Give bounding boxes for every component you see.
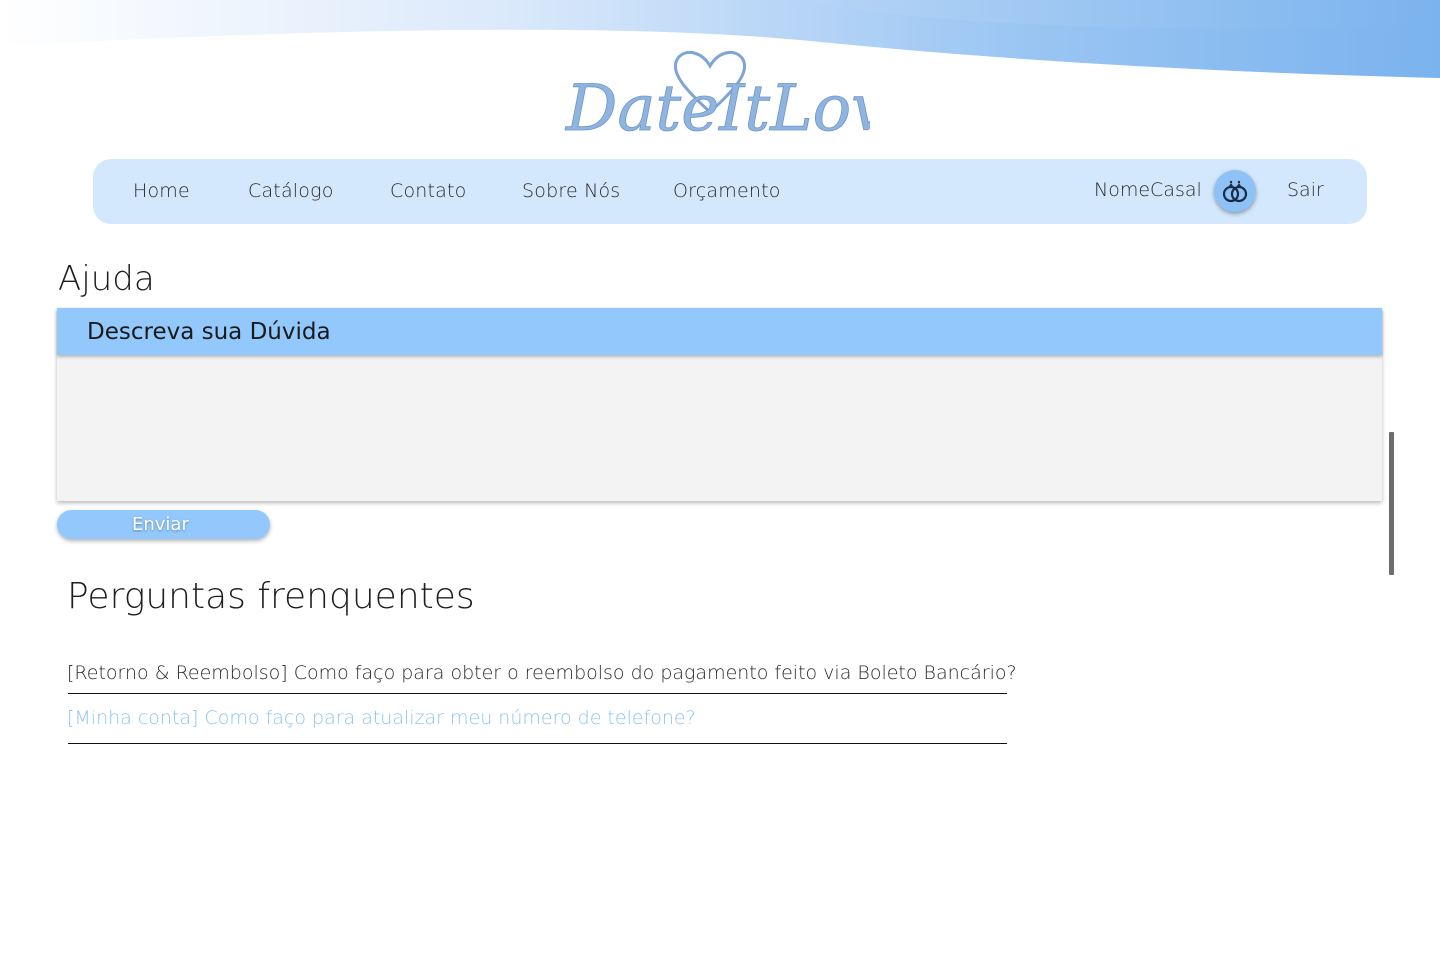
question-textarea[interactable]: [57, 355, 1382, 501]
logout-link[interactable]: Sair: [1287, 179, 1324, 201]
help-page: DateItLove Home Catálogo Contato Sobre N…: [0, 0, 1440, 957]
nav-item-orcamento[interactable]: Orçamento: [673, 180, 781, 202]
avatar[interactable]: [1214, 170, 1256, 212]
logo-text: DateItLove: [565, 72, 870, 146]
question-form: Descreva sua Dúvida: [57, 308, 1382, 501]
nav-item-home[interactable]: Home: [133, 180, 190, 202]
faq-item[interactable]: [Retorno & Reembolso] Como faço para obt…: [67, 662, 1017, 694]
faq-item[interactable]: [Minha conta] Como faço para atualizar m…: [67, 707, 1007, 744]
page-title: Ajuda: [58, 259, 155, 299]
question-header-label: Descreva sua Dúvida: [87, 319, 331, 345]
scrollbar-thumb[interactable]: [1389, 432, 1394, 575]
faq-item-text: [Minha conta] Como faço para atualizar m…: [67, 707, 696, 729]
main-navigation: Home Catálogo Contato Sobre Nós Orçament…: [93, 159, 1367, 224]
question-header: Descreva sua Dúvida: [57, 308, 1382, 355]
brand-logo[interactable]: DateItLove: [560, 42, 870, 147]
faq-title: Perguntas frenquentes: [67, 576, 475, 617]
send-button[interactable]: Enviar: [57, 510, 270, 539]
nav-item-catalogo[interactable]: Catálogo: [248, 180, 334, 202]
nav-item-contato[interactable]: Contato: [390, 180, 467, 202]
rings-icon: [1222, 180, 1248, 203]
nav-item-sobre-nos[interactable]: Sobre Nós: [522, 180, 620, 202]
send-button-label: Enviar: [132, 514, 189, 535]
couple-name[interactable]: NomeCasal: [1094, 179, 1202, 201]
faq-item-text: [Retorno & Reembolso] Como faço para obt…: [67, 662, 1017, 684]
